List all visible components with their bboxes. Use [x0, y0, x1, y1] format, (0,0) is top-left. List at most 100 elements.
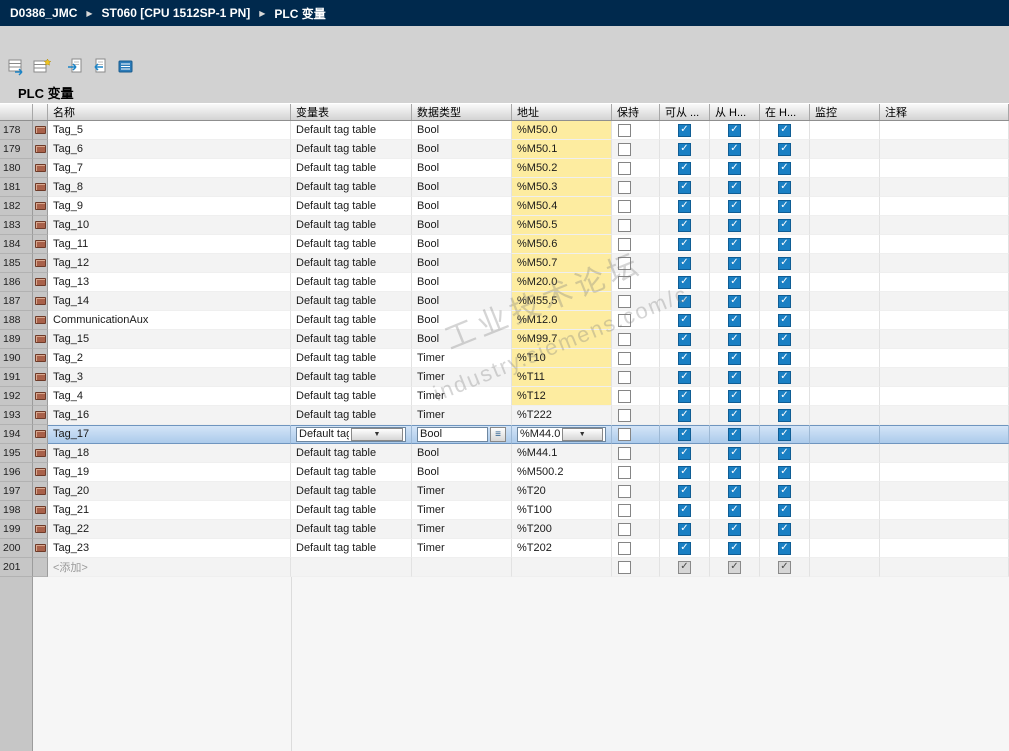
cell-address[interactable]: %M44.0 — [512, 425, 612, 444]
visible-hmi-checkbox[interactable] — [778, 199, 791, 213]
cell-writable-hmi[interactable] — [710, 311, 760, 330]
cell-tag-table[interactable]: Default tag table — [291, 349, 412, 368]
cell-address[interactable]: %M500.2 — [512, 463, 612, 482]
cell-tag-table[interactable] — [291, 558, 412, 577]
cell-retain[interactable] — [612, 140, 660, 159]
cell-visible-hmi[interactable] — [760, 387, 810, 406]
row-number[interactable]: 193 — [0, 406, 33, 425]
cell-comment[interactable] — [880, 520, 1009, 539]
writable-hmi-checkbox[interactable] — [728, 142, 741, 156]
cell-name[interactable]: <添加> — [48, 558, 291, 577]
cell-comment[interactable] — [880, 159, 1009, 178]
cell-retain[interactable] — [612, 330, 660, 349]
cell-address[interactable]: %T200 — [512, 520, 612, 539]
table-row[interactable]: 179 Tag_6 Default tag table Bool %M50.1 — [0, 140, 1009, 159]
writable-hmi-checkbox[interactable] — [728, 180, 741, 194]
cell-comment[interactable] — [880, 311, 1009, 330]
accessible-checkbox[interactable] — [678, 389, 691, 403]
table-row[interactable]: 195 Tag_18 Default tag table Bool %M44.1 — [0, 444, 1009, 463]
cell-data-type[interactable]: Timer — [412, 482, 512, 501]
cell-data-type[interactable]: Bool — [412, 140, 512, 159]
cell-writable-hmi[interactable] — [710, 292, 760, 311]
cell-accessible[interactable] — [660, 311, 710, 330]
accessible-checkbox[interactable] — [678, 370, 691, 384]
cell-accessible[interactable] — [660, 292, 710, 311]
cell-comment[interactable] — [880, 349, 1009, 368]
cell-accessible[interactable] — [660, 273, 710, 292]
cell-comment[interactable] — [880, 444, 1009, 463]
cell-tag-table[interactable]: Default tag table — [291, 463, 412, 482]
cell-writable-hmi[interactable] — [710, 235, 760, 254]
cell-visible-hmi[interactable] — [760, 425, 810, 444]
accessible-checkbox[interactable] — [678, 427, 691, 441]
cell-retain[interactable] — [612, 216, 660, 235]
accessible-checkbox[interactable] — [678, 313, 691, 327]
visible-hmi-checkbox[interactable] — [778, 275, 791, 289]
cell-address[interactable]: %M44.1 — [512, 444, 612, 463]
cell-writable-hmi[interactable] — [710, 368, 760, 387]
cell-name[interactable]: Tag_10 — [48, 216, 291, 235]
cell-tag-table[interactable]: Default tag table — [291, 368, 412, 387]
accessible-checkbox[interactable] — [678, 408, 691, 422]
writable-hmi-checkbox[interactable] — [728, 313, 741, 327]
cell-comment[interactable] — [880, 501, 1009, 520]
cell-visible-hmi[interactable] — [760, 178, 810, 197]
cell-writable-hmi[interactable] — [710, 387, 760, 406]
row-number[interactable]: 200 — [0, 539, 33, 558]
cell-writable-hmi[interactable] — [710, 330, 760, 349]
cell-tag-table[interactable]: Default tag table — [291, 178, 412, 197]
cell-writable-hmi[interactable] — [710, 140, 760, 159]
cell-data-type[interactable]: Timer — [412, 368, 512, 387]
cell-name[interactable]: Tag_2 — [48, 349, 291, 368]
cell-writable-hmi[interactable] — [710, 273, 760, 292]
visible-hmi-checkbox[interactable] — [778, 427, 791, 441]
cell-data-type[interactable]: Timer — [412, 520, 512, 539]
data-type-editor[interactable]: Bool — [417, 426, 488, 442]
cell-name[interactable]: Tag_23 — [48, 539, 291, 558]
cell-accessible[interactable] — [660, 482, 710, 501]
writable-hmi-checkbox[interactable] — [728, 351, 741, 365]
cell-name[interactable]: Tag_19 — [48, 463, 291, 482]
browse-icon[interactable] — [490, 426, 506, 442]
breadcrumb-project[interactable]: D0386_JMC — [8, 6, 79, 20]
cell-visible-hmi[interactable] — [760, 558, 810, 577]
retain-checkbox[interactable] — [618, 275, 631, 289]
cell-retain[interactable] — [612, 311, 660, 330]
cell-accessible[interactable] — [660, 368, 710, 387]
cell-data-type[interactable]: Bool — [412, 178, 512, 197]
accessible-checkbox[interactable] — [678, 522, 691, 536]
cell-address[interactable]: %M99.7 — [512, 330, 612, 349]
breadcrumb-device[interactable]: ST060 [CPU 1512SP-1 PN] — [100, 6, 253, 20]
retain-checkbox[interactable] — [618, 199, 631, 213]
table-row[interactable]: 180 Tag_7 Default tag table Bool %M50.2 — [0, 159, 1009, 178]
cell-retain[interactable] — [612, 539, 660, 558]
writable-hmi-checkbox[interactable] — [728, 541, 741, 555]
accessible-checkbox[interactable] — [678, 218, 691, 232]
cell-visible-hmi[interactable] — [760, 520, 810, 539]
accessible-checkbox[interactable] — [678, 332, 691, 346]
cell-name[interactable]: Tag_4 — [48, 387, 291, 406]
table-row[interactable]: 193 Tag_16 Default tag table Timer %T222 — [0, 406, 1009, 425]
cell-address[interactable]: %M50.2 — [512, 159, 612, 178]
cell-comment[interactable] — [880, 235, 1009, 254]
cell-comment[interactable] — [880, 178, 1009, 197]
header-visible-hmi[interactable]: 在 H... — [760, 104, 810, 120]
cell-data-type[interactable]: Bool — [412, 444, 512, 463]
accessible-checkbox[interactable] — [678, 560, 691, 574]
cell-visible-hmi[interactable] — [760, 197, 810, 216]
cell-retain[interactable] — [612, 254, 660, 273]
visible-hmi-checkbox[interactable] — [778, 446, 791, 460]
cell-accessible[interactable] — [660, 197, 710, 216]
cell-retain[interactable] — [612, 178, 660, 197]
header-accessible[interactable]: 可从 ... — [660, 104, 710, 120]
cell-tag-table[interactable]: Default tag table — [291, 235, 412, 254]
cell-tag-table[interactable]: Default tag table — [291, 159, 412, 178]
retain-checkbox[interactable] — [618, 332, 631, 346]
cell-retain[interactable] — [612, 235, 660, 254]
cell-comment[interactable] — [880, 482, 1009, 501]
cell-data-type[interactable]: Bool — [412, 121, 512, 140]
row-number[interactable]: 178 — [0, 121, 33, 140]
writable-hmi-checkbox[interactable] — [728, 237, 741, 251]
cell-writable-hmi[interactable] — [710, 444, 760, 463]
table-row[interactable]: 184 Tag_11 Default tag table Bool %M50.6 — [0, 235, 1009, 254]
